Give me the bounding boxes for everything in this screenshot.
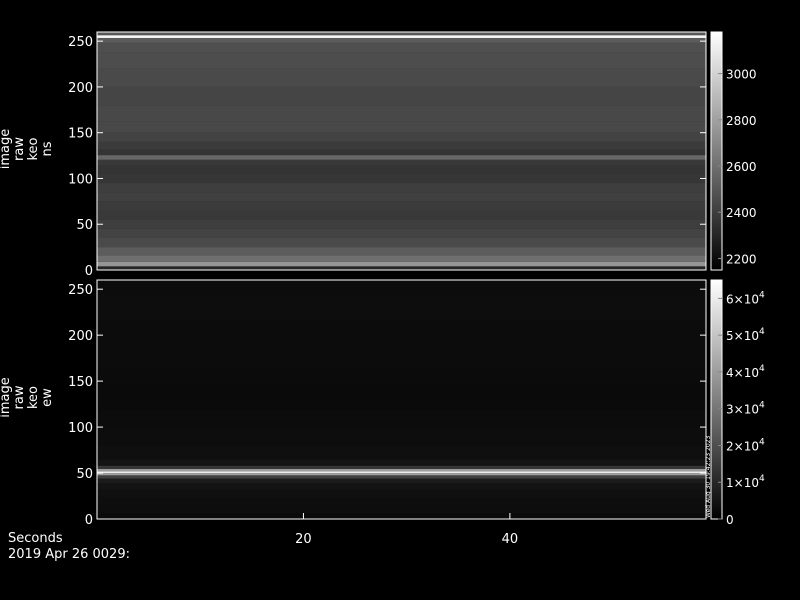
x-tick-label: 40 <box>502 532 519 547</box>
intensity-band <box>97 228 706 238</box>
colorbar-tick-label: 2×104 <box>726 437 765 453</box>
colorbar-tick-label: 0 <box>726 513 734 527</box>
y-tick-label: 100 <box>68 421 93 436</box>
y-tick-label: 200 <box>68 81 93 96</box>
y-axis-label-word: keo <box>26 137 41 160</box>
colorbar-tick-label: 3000 <box>726 68 757 82</box>
intensity-band <box>97 383 706 398</box>
colorbar <box>710 31 723 271</box>
colorbar-tick-label: 2600 <box>726 160 757 174</box>
y-tick-label: 250 <box>68 283 93 298</box>
colorbar-tick-label: 6×104 <box>726 290 765 306</box>
intensity-band <box>97 155 706 160</box>
intensity-band <box>97 410 706 428</box>
intensity-band <box>97 141 706 150</box>
intensity-band <box>97 132 706 142</box>
intensity-band <box>97 35 706 38</box>
colorbar-tick-label: 2200 <box>726 252 757 266</box>
intensity-band <box>97 121 706 133</box>
intensity-band <box>97 159 706 166</box>
colorbar-tick-label: 5×104 <box>726 327 765 343</box>
y-tick-label: 200 <box>68 329 93 344</box>
intensity-band <box>97 237 706 248</box>
intensity-band <box>97 42 706 53</box>
y-tick-label: 100 <box>68 172 93 187</box>
y-axis-label-word: ew <box>40 388 55 407</box>
intensity-band <box>97 321 706 349</box>
y-axis-label-word: raw <box>12 137 27 161</box>
intensity-band <box>97 369 706 384</box>
colorbar-tick-label: 2800 <box>726 114 757 128</box>
intensity-band <box>97 483 706 490</box>
intensity-band <box>97 427 706 446</box>
keogram-figure: 050100150200250image raw keo ns220024002600… <box>0 31 765 547</box>
intensity-band <box>97 261 706 267</box>
intensity-band <box>97 173 706 184</box>
intensity-band <box>97 465 706 469</box>
timestamp-side-text: Wed Aug 30 19:42:23 2023 <box>705 436 712 518</box>
intensity-band <box>97 210 706 220</box>
intensity-band <box>97 52 706 69</box>
intensity-band <box>97 489 706 497</box>
y-tick-label: 150 <box>68 375 93 390</box>
colorbar <box>710 279 723 520</box>
y-axis-label-word: raw <box>12 385 27 409</box>
intensity-band <box>97 459 706 466</box>
ew-keogram-panel: 05010015020025020 40image raw keo ew01×1042×… <box>0 279 765 547</box>
intensity-band <box>97 397 706 411</box>
intensity-band <box>97 219 706 229</box>
y-tick-label: 0 <box>85 264 93 279</box>
y-tick-label: 50 <box>76 218 93 233</box>
intensity-band <box>97 513 706 519</box>
intensity-band <box>97 294 706 322</box>
intensity-band <box>97 266 706 270</box>
date-label: 2019 Apr 26 0029: <box>8 547 130 562</box>
intensity-band <box>97 247 706 256</box>
intensity-band <box>97 445 706 460</box>
colorbar-tick-label: 4×104 <box>726 364 765 380</box>
intensity-band <box>97 468 706 472</box>
intensity-band <box>97 255 706 262</box>
intensity-band <box>97 165 706 174</box>
intensity-band <box>97 105 706 122</box>
colorbar-tick-label: 3×104 <box>726 401 765 417</box>
intensity-band <box>97 37 706 43</box>
intensity-band <box>97 475 706 479</box>
intensity-band <box>97 201 706 211</box>
intensity-band <box>97 192 706 202</box>
y-tick-label: 250 <box>68 35 93 50</box>
ns-keogram-panel: 050100150200250image raw keo ns220024002600… <box>0 31 757 279</box>
x-axis-title: Seconds <box>8 531 63 546</box>
y-axis-label-word: ns <box>40 141 55 156</box>
intensity-band <box>97 68 706 87</box>
intensity-band <box>97 86 706 106</box>
intensity-band <box>97 348 706 370</box>
intensity-band <box>97 505 706 514</box>
intensity-band <box>97 496 706 506</box>
colorbar-tick-label: 1×104 <box>726 474 765 490</box>
intensity-band <box>97 149 706 156</box>
y-axis-label-word: keo <box>26 386 41 409</box>
intensity-band <box>97 183 706 193</box>
x-tick-label: 20 <box>295 532 312 547</box>
y-tick-label: 0 <box>85 513 93 528</box>
intensity-band <box>97 478 706 484</box>
y-tick-label: 50 <box>76 467 93 482</box>
colorbar-tick-label: 2400 <box>726 206 757 220</box>
intensity-band <box>97 473 706 476</box>
intensity-band <box>97 280 706 295</box>
y-tick-label: 150 <box>68 127 93 142</box>
intensity-band <box>97 471 706 474</box>
